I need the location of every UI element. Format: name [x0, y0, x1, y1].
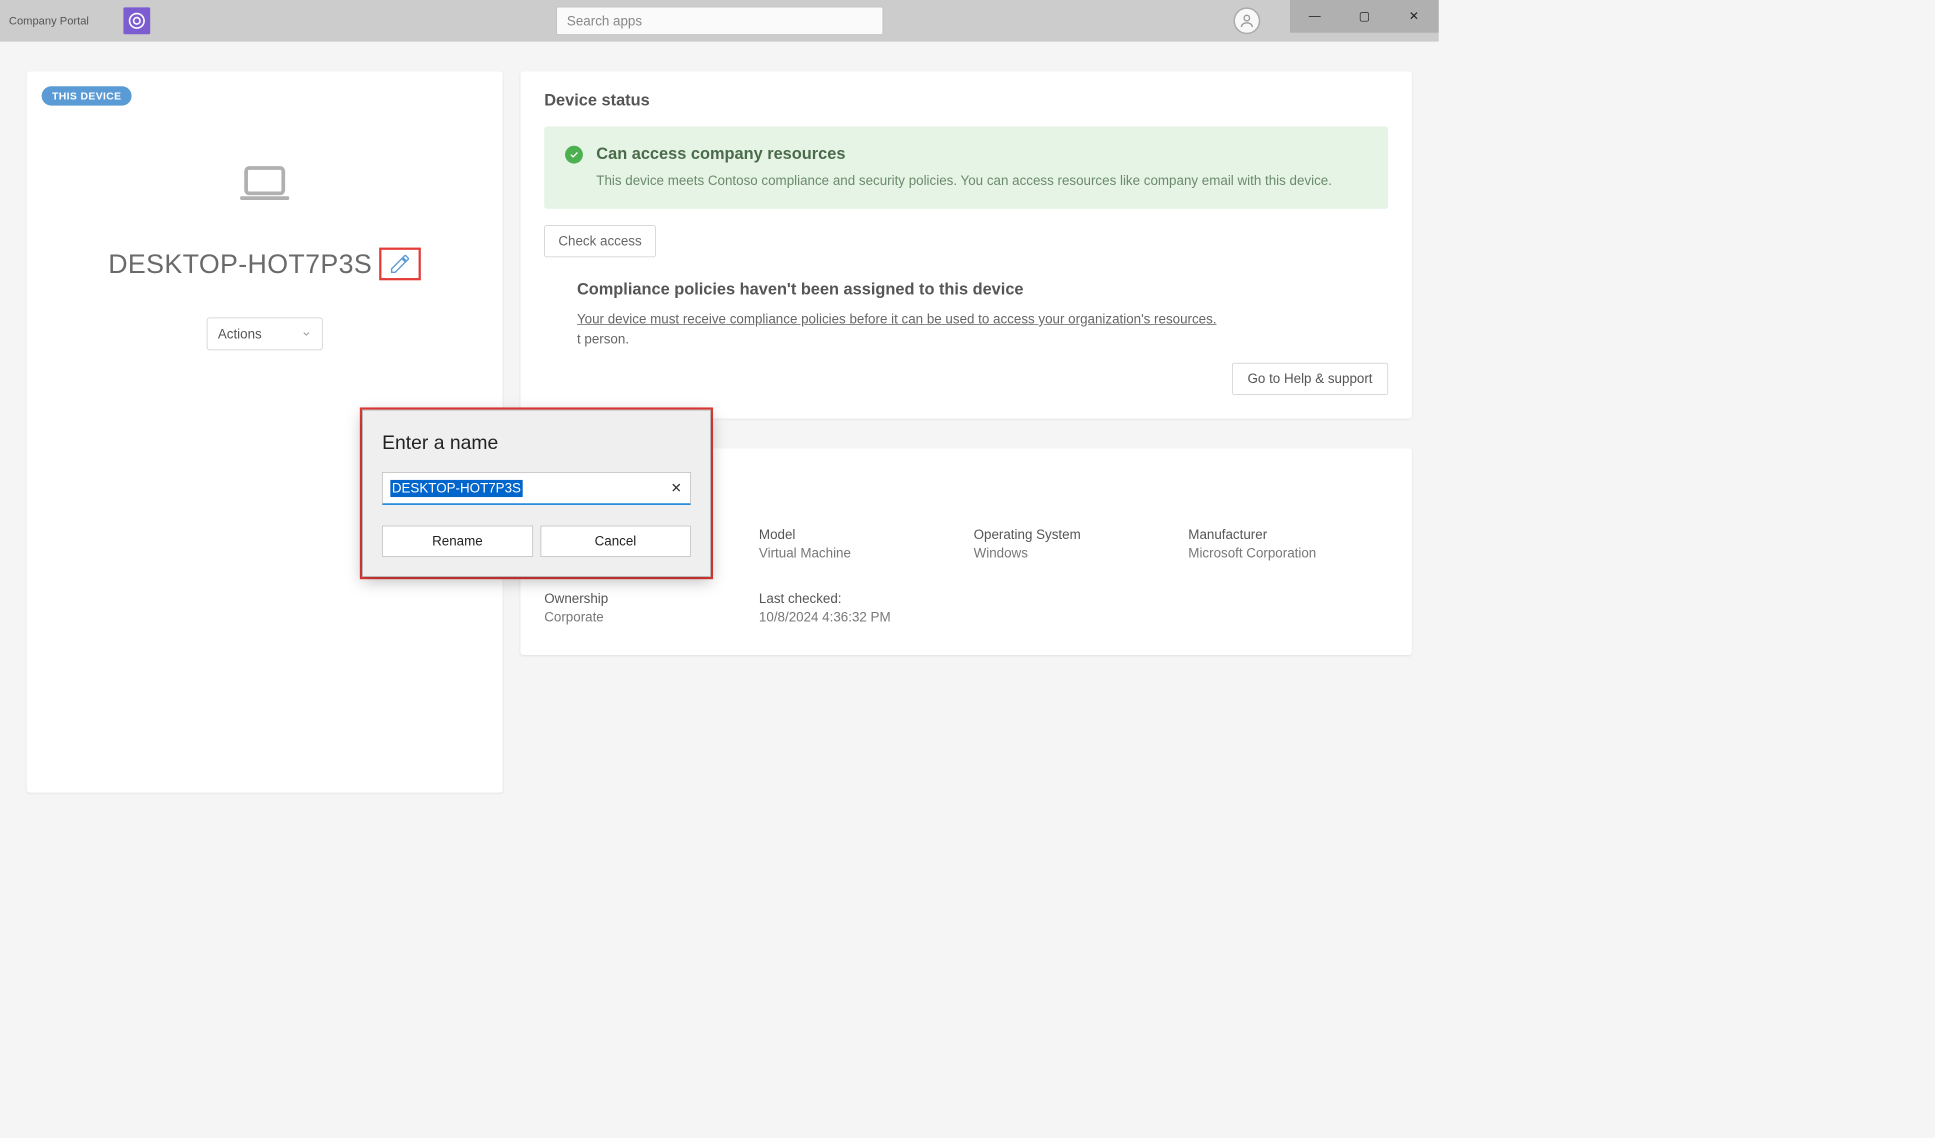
- status-desc: This device meets Contoso compliance and…: [596, 171, 1332, 191]
- user-icon: [1239, 13, 1255, 29]
- user-avatar[interactable]: [1233, 7, 1260, 34]
- maximize-button[interactable]: ▢: [1340, 0, 1390, 33]
- rename-input[interactable]: [382, 472, 691, 505]
- detail-item: Manufacturer Microsoft Corporation: [1188, 527, 1388, 561]
- detail-label: Operating System: [974, 527, 1174, 543]
- laptop-icon: [239, 165, 291, 202]
- detail-label: Ownership: [544, 591, 744, 607]
- window-controls: — ▢ ✕: [1290, 0, 1439, 33]
- app-logo: [123, 7, 150, 34]
- search-wrap: [556, 7, 883, 35]
- detail-value: Windows: [974, 546, 1174, 562]
- rename-dialog: Enter a name DESKTOP-HOT7P3S ✕ Rename Ca…: [362, 410, 711, 577]
- status-title: Can access company resources: [596, 144, 1332, 163]
- main-content: THIS DEVICE DESKTOP-HOT7P3S Actions De: [0, 42, 1439, 823]
- help-support-button[interactable]: Go to Help & support: [1232, 363, 1388, 395]
- close-button[interactable]: ✕: [1389, 0, 1439, 33]
- detail-label: Model: [759, 527, 959, 543]
- detail-item: Last checked: 10/8/2024 4:36:32 PM: [759, 591, 959, 625]
- rename-button[interactable]: Rename: [382, 526, 533, 557]
- minimize-button[interactable]: —: [1290, 0, 1340, 33]
- device-icon-wrap: [42, 165, 488, 206]
- device-status-section: Device status Can access company resourc…: [520, 71, 1411, 418]
- status-banner: Can access company resources This device…: [544, 126, 1388, 209]
- cancel-button[interactable]: Cancel: [540, 526, 691, 557]
- clear-input-icon[interactable]: ✕: [671, 481, 682, 497]
- device-name-row: DESKTOP-HOT7P3S: [42, 248, 488, 281]
- detail-item: Ownership Corporate: [544, 591, 744, 625]
- chevron-down-icon: [301, 329, 311, 339]
- detail-value: 10/8/2024 4:36:32 PM: [759, 610, 959, 626]
- rename-dialog-highlight: Enter a name DESKTOP-HOT7P3S ✕ Rename Ca…: [360, 407, 713, 579]
- titlebar: Company Portal — ▢ ✕: [0, 0, 1439, 42]
- app-title: Company Portal: [9, 14, 89, 27]
- this-device-badge: THIS DEVICE: [42, 86, 132, 105]
- check-access-button[interactable]: Check access: [544, 225, 656, 257]
- dialog-buttons: Rename Cancel: [382, 526, 691, 557]
- pencil-icon[interactable]: [389, 253, 411, 275]
- actions-label: Actions: [218, 326, 262, 342]
- compliance-block: Compliance policies haven't been assigne…: [544, 280, 1388, 350]
- detail-value: Microsoft Corporation: [1188, 546, 1388, 562]
- compliance-desc: Your device must receive compliance poli…: [577, 312, 1217, 327]
- detail-label: Last checked:: [759, 591, 959, 607]
- search-input[interactable]: [556, 7, 883, 35]
- edit-name-highlight: [380, 248, 422, 281]
- detail-value: Corporate: [544, 610, 744, 626]
- dialog-title: Enter a name: [382, 431, 691, 454]
- status-heading: Device status: [544, 91, 1388, 110]
- dialog-input-wrap: DESKTOP-HOT7P3S ✕: [382, 472, 691, 505]
- detail-label: Manufacturer: [1188, 527, 1388, 543]
- detail-item: Operating System Windows: [974, 527, 1174, 561]
- detail-value: Virtual Machine: [759, 546, 959, 562]
- device-name: DESKTOP-HOT7P3S: [108, 248, 372, 279]
- detail-item: Model Virtual Machine: [759, 527, 959, 561]
- compliance-title: Compliance policies haven't been assigne…: [577, 280, 1388, 299]
- compliance-desc-2: t person.: [577, 329, 1388, 349]
- check-circle-icon: [565, 146, 583, 164]
- actions-dropdown[interactable]: Actions: [207, 317, 323, 350]
- portal-logo-icon: [127, 11, 146, 30]
